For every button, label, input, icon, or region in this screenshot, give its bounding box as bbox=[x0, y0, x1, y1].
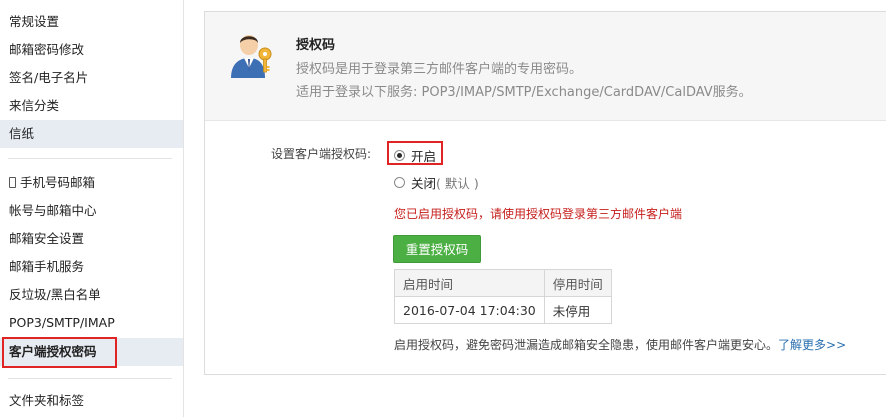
footer-note: 启用授权码，避免密码泄漏造成邮箱安全隐患，使用邮件客户端更安心。了解更多>> bbox=[394, 336, 846, 353]
table-row: 2016-07-04 17:04:30 未停用 bbox=[394, 296, 612, 324]
page-title: 授权码 bbox=[296, 38, 336, 53]
sidebar-item-folders[interactable]: 文件夹和标签 bbox=[0, 387, 183, 415]
page-description: 授权码是用于登录第三方邮件客户端的专用密码。 bbox=[296, 62, 583, 77]
settings-sidebar: 常规设置 邮箱密码修改 签名/电子名片 来信分类 信纸 手机号码邮箱 帐号与邮箱… bbox=[0, 0, 184, 417]
sidebar-item-label: 手机号码邮箱 bbox=[20, 175, 96, 190]
sidebar-item-stationery[interactable]: 信纸 bbox=[0, 120, 183, 148]
sidebar-item-account-center[interactable]: 帐号与邮箱中心 bbox=[0, 197, 183, 225]
radio-disable-text: 关闭 bbox=[411, 176, 437, 191]
auth-code-panel: 授权码 授权码是用于登录第三方邮件客户端的专用密码。 适用于登录以下服务: PO… bbox=[204, 11, 886, 375]
enabled-time-cell: 2016-07-04 17:04:30 bbox=[394, 296, 545, 324]
user-key-icon bbox=[231, 35, 272, 78]
default-note: ( 默认 ) bbox=[436, 176, 479, 191]
enabled-warning: 您已启用授权码，请使用授权码登录第三方邮件客户端 bbox=[394, 207, 683, 221]
auth-history-table: 启用时间 停用时间 2016-07-04 17:04:30 未停用 bbox=[394, 269, 612, 324]
highlight-box-enable bbox=[387, 141, 443, 165]
column-header: 停用时间 bbox=[543, 269, 612, 297]
sidebar-item-pop3[interactable]: POP3/SMTP/IMAP bbox=[0, 309, 183, 337]
sidebar-item-security[interactable]: 邮箱安全设置 bbox=[0, 225, 183, 253]
sidebar-divider bbox=[8, 378, 172, 379]
sidebar-item-password[interactable]: 邮箱密码修改 bbox=[0, 36, 183, 64]
footer-text: 启用授权码，避免密码泄漏造成邮箱安全隐患，使用邮件客户端更安心。 bbox=[394, 338, 779, 352]
sidebar-item-signature[interactable]: 签名/电子名片 bbox=[0, 64, 183, 92]
sidebar-divider bbox=[8, 158, 172, 159]
sidebar-item-mobile-service[interactable]: 邮箱手机服务 bbox=[0, 253, 183, 281]
auth-setting-label: 设置客户端授权码: bbox=[271, 147, 372, 161]
highlight-box-sidebar bbox=[2, 337, 117, 368]
sidebar-item-general[interactable]: 常规设置 bbox=[0, 8, 183, 36]
supported-services: 适用于登录以下服务: POP3/IMAP/SMTP/Exchange/CardD… bbox=[296, 85, 752, 100]
phone-icon bbox=[9, 177, 16, 188]
disabled-time-cell: 未停用 bbox=[543, 296, 612, 324]
learn-more-link[interactable]: 了解更多>> bbox=[778, 338, 846, 352]
column-header: 启用时间 bbox=[394, 269, 545, 297]
sidebar-item-mail-filter[interactable]: 来信分类 bbox=[0, 92, 183, 120]
panel-header: 授权码 授权码是用于登录第三方邮件客户端的专用密码。 适用于登录以下服务: PO… bbox=[205, 12, 886, 121]
radio-disable-label[interactable]: 关闭( 默认 ) bbox=[411, 173, 479, 192]
sidebar-item-mobile-mailbox[interactable]: 手机号码邮箱 bbox=[0, 169, 183, 197]
table-header-row: 启用时间 停用时间 bbox=[394, 269, 612, 297]
reset-auth-code-button[interactable]: 重置授权码 bbox=[393, 235, 481, 263]
sidebar-item-antispam[interactable]: 反垃圾/黑白名单 bbox=[0, 281, 183, 309]
radio-disable[interactable] bbox=[394, 177, 405, 188]
